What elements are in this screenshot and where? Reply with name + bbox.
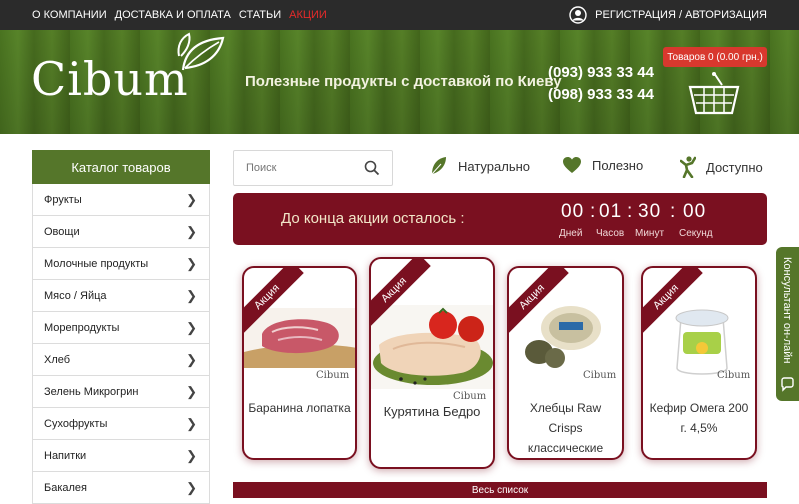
chevron-right-icon: ❯ [186,223,197,239]
header-tagline: Полезные продукты с доставкой по Киеву [245,73,562,90]
product-card[interactable]: Cibum Акция Кефир Омега 200 г. 4,5% [641,266,757,460]
feature-label: Доступно [706,159,763,175]
nav-about[interactable]: О КОМПАНИИ [32,9,107,21]
product-name[interactable]: Кефир Омега 200 г. 4,5% [647,398,751,438]
feature-label: Натурально [458,158,531,174]
nav-delivery[interactable]: ДОСТАВКА И ОПЛАТА [115,9,231,21]
user-icon [569,6,587,24]
top-nav: О КОМПАНИИ ДОСТАВКА И ОПЛАТА СТАТЬИ АКЦИ… [32,0,327,30]
phone-2[interactable]: (098) 933 33 44 [548,84,654,106]
catalog-item-label: Фрукты [44,193,82,206]
countdown-seconds-label: Секунд [679,228,713,239]
catalog-item-label: Зелень Микрогрин [44,385,139,398]
account-link[interactable]: РЕГИСТРАЦИЯ / АВТОРИЗАЦИЯ [569,0,767,30]
countdown-separator: : [670,201,677,222]
countdown-hours-label: Часов [596,228,625,239]
feature-healthy: Полезно [562,156,643,174]
chevron-right-icon: ❯ [186,319,197,335]
catalog-item-label: Молочные продукты [44,257,149,270]
search-input[interactable] [234,151,354,185]
product-image-lamb [244,308,355,368]
leaf-logo-icon [177,32,225,71]
chevron-right-icon: ❯ [186,383,197,399]
chevron-right-icon: ❯ [186,255,197,271]
consultant-label: Консультант он-лайн [781,257,793,364]
countdown-days: 00 [561,201,585,222]
basket-icon[interactable] [688,71,740,117]
header-phones: (093) 933 33 44 (098) 933 33 44 [548,62,654,106]
phone-1[interactable]: (093) 933 33 44 [548,62,654,84]
chevron-right-icon: ❯ [186,351,197,367]
product-card[interactable]: Cibum Акция Хлебцы Raw Crisps классическ… [507,266,624,460]
product-name[interactable]: Хлебцы Raw Crisps классические (вегански… [513,398,618,458]
catalog-item-meat-eggs[interactable]: Мясо / Яйца ❯ [33,280,209,312]
leaf-icon [431,157,446,175]
site-logo[interactable]: Cibum [31,52,189,106]
feature-label: Полезно [592,157,644,173]
catalog-item-label: Сухофрукты [44,417,108,430]
catalog-list: Фрукты ❯ Овощи ❯ Молочные продукты ❯ Мясо /… [32,184,210,504]
catalog-item-seafood[interactable]: Морепродукты ❯ [33,312,209,344]
catalog-item-label: Мясо / Яйца [44,289,107,302]
chevron-right-icon: ❯ [186,191,197,207]
catalog-title[interactable]: Каталог товаров [32,150,210,184]
catalog-item-label: Овощи [44,225,80,238]
view-all-button[interactable]: Весь список [233,482,767,498]
countdown-minutes-label: Минут [635,228,665,239]
top-bar: О КОМПАНИИ ДОСТАВКА И ОПЛАТА СТАТЬИ АКЦИ… [0,0,799,30]
product-card-highlighted[interactable]: Cibum Акция Курятина Бедро [369,257,495,469]
product-image-chicken [371,305,493,389]
catalog-item-drinks[interactable]: Напитки ❯ [33,440,209,472]
chevron-right-icon: ❯ [186,287,197,303]
catalog-item-grocery[interactable]: Бакалея ❯ [33,472,209,504]
search-icon[interactable] [364,160,380,176]
catalog-item-label: Морепродукты [44,321,120,334]
brand-watermark: Cibum [583,370,617,381]
countdown-label: До конца акции осталось : [281,210,465,227]
feature-natural: Натурально [430,156,530,176]
catalog-item-dried-fruits[interactable]: Сухофрукты ❯ [33,408,209,440]
catalog-item-bread[interactable]: Хлеб ❯ [33,344,209,376]
account-label: РЕГИСТРАЦИЯ / АВТОРИЗАЦИЯ [595,9,767,21]
product-card[interactable]: Cibum Акция Баранина лопатка [242,266,357,460]
catalog-sidebar: Каталог товаров Фрукты ❯ Овощи ❯ Молочные … [32,150,210,504]
countdown-days-label: Дней [559,228,583,239]
nav-promo[interactable]: АКЦИИ [289,9,327,21]
chat-bubble-icon [781,377,794,392]
nav-articles[interactable]: СТАТЬИ [239,9,281,21]
chevron-right-icon: ❯ [186,415,197,431]
chevron-right-icon: ❯ [186,447,197,463]
catalog-item-dairy[interactable]: Молочные продукты ❯ [33,248,209,280]
countdown-seconds: 00 [683,201,707,222]
chevron-right-icon: ❯ [186,479,197,495]
promo-countdown: До конца акции осталось : 00 : 01 : 30 :… [233,193,767,245]
brand-watermark: Cibum [316,370,350,381]
countdown-minutes: 30 [638,201,662,222]
catalog-item-label: Хлеб [44,353,71,366]
person-icon [680,156,696,178]
product-name[interactable]: Курятина Бедро [375,402,489,422]
brand-watermark: Cibum [717,370,751,381]
catalog-item-label: Бакалея [44,481,88,494]
heart-icon [563,157,581,173]
catalog-item-fruits[interactable]: Фрукты ❯ [33,184,209,216]
brand-watermark: Cibum [453,391,487,402]
countdown-separator: : [627,201,634,222]
countdown-separator: : [590,201,597,222]
countdown-hours: 01 [599,201,623,222]
catalog-item-vegetables[interactable]: Овощи ❯ [33,216,209,248]
feature-affordable: Доступно [680,156,763,178]
online-consultant-tab[interactable]: Консультант он-лайн [776,247,799,401]
cart-summary-button[interactable]: Товаров 0 (0.00 грн.) [663,47,767,67]
product-name[interactable]: Баранина лопатка [248,398,351,418]
search-box [233,150,393,186]
catalog-item-microgreens[interactable]: Зелень Микрогрин ❯ [33,376,209,408]
catalog-item-label: Напитки [44,449,87,462]
